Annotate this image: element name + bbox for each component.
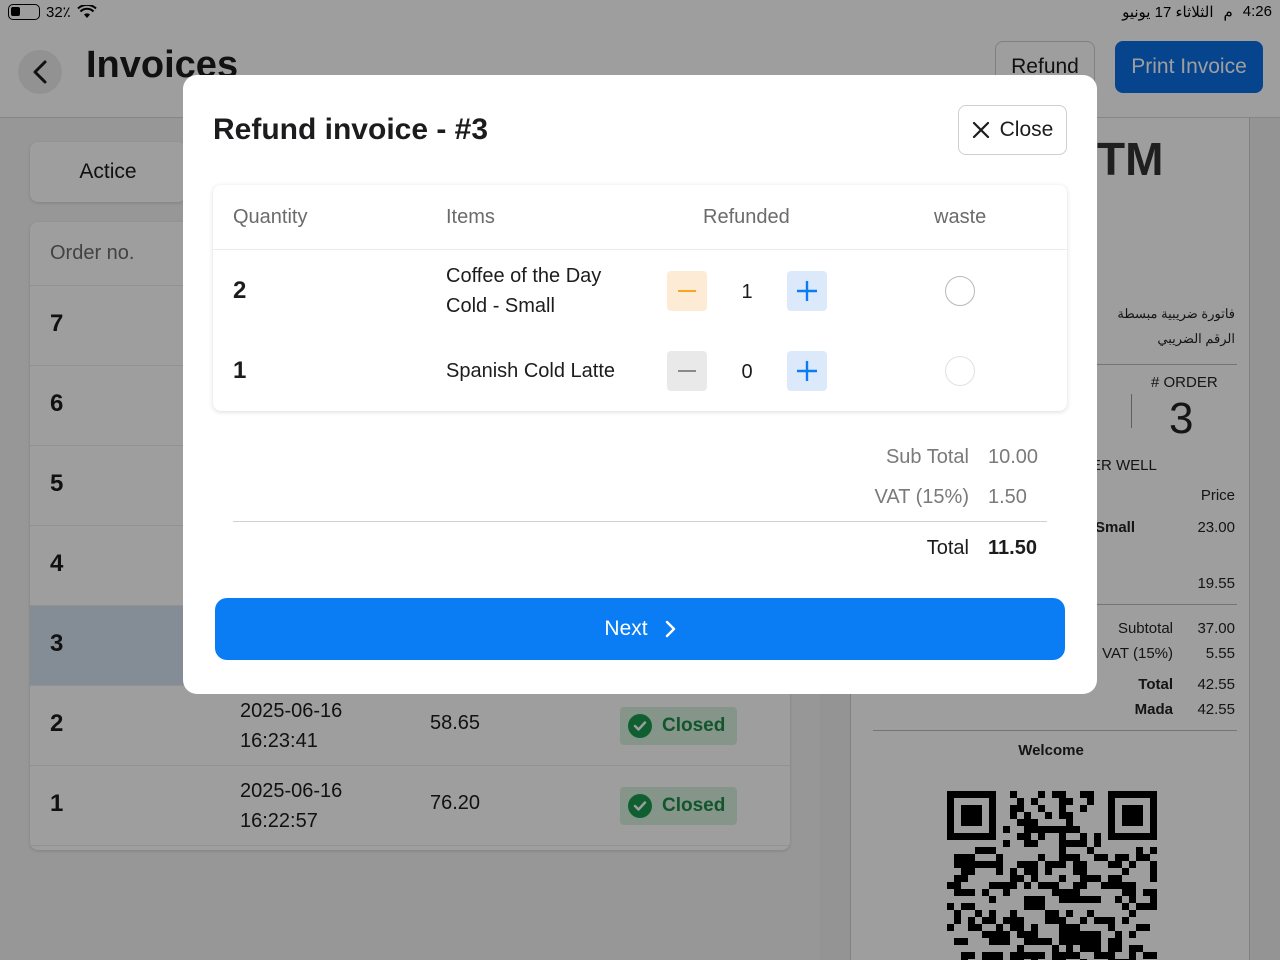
- modal-title: Refund invoice - #3: [213, 113, 489, 146]
- column-quantity: Quantity: [233, 206, 308, 228]
- total-value: 11.50: [988, 537, 1037, 559]
- next-button[interactable]: Next: [215, 598, 1065, 660]
- refund-items-table: Quantity Items Refunded waste 2 Coffee o…: [213, 185, 1067, 411]
- increment-button[interactable]: [787, 271, 827, 311]
- plus-icon: [797, 361, 817, 381]
- column-refunded: Refunded: [703, 206, 790, 228]
- waste-radio[interactable]: [945, 276, 975, 306]
- chevron-right-icon: [665, 620, 675, 638]
- item-name: Coffee of the Day Cold - Small: [446, 261, 601, 321]
- total-label: Total: [926, 537, 969, 559]
- item-quantity: 1: [233, 357, 247, 384]
- summary-divider: [233, 521, 1047, 522]
- refunded-count: 0: [741, 361, 753, 383]
- decrement-button[interactable]: [667, 271, 707, 311]
- refunded-count: 1: [741, 281, 753, 303]
- waste-radio[interactable]: [945, 356, 975, 386]
- column-waste: waste: [934, 206, 987, 228]
- column-items: Items: [446, 206, 495, 228]
- vat-label: VAT (15%): [874, 486, 969, 508]
- item-quantity: 2: [233, 277, 247, 304]
- vat-value: 1.50: [988, 486, 1027, 508]
- subtotal-value: 10.00: [988, 446, 1039, 468]
- increment-button[interactable]: [787, 351, 827, 391]
- subtotal-label: Sub Total: [885, 446, 969, 468]
- next-label: Next: [604, 617, 648, 640]
- decrement-button[interactable]: [667, 351, 707, 391]
- close-button[interactable]: Close: [958, 105, 1067, 155]
- item-name-line: Spanish Cold Latte: [446, 360, 616, 382]
- item-name-line: Cold - Small: [446, 295, 555, 317]
- refund-modal: Refund invoice - #3 Close Quantity Items…: [183, 75, 1097, 694]
- minus-icon: [678, 290, 696, 292]
- close-label: Close: [999, 118, 1054, 141]
- header-divider: [213, 249, 1067, 250]
- plus-icon: [797, 281, 817, 301]
- minus-icon: [678, 370, 696, 372]
- item-name: Spanish Cold Latte: [446, 356, 615, 386]
- close-icon: [972, 121, 989, 139]
- item-name-line: Coffee of the Day: [446, 265, 602, 287]
